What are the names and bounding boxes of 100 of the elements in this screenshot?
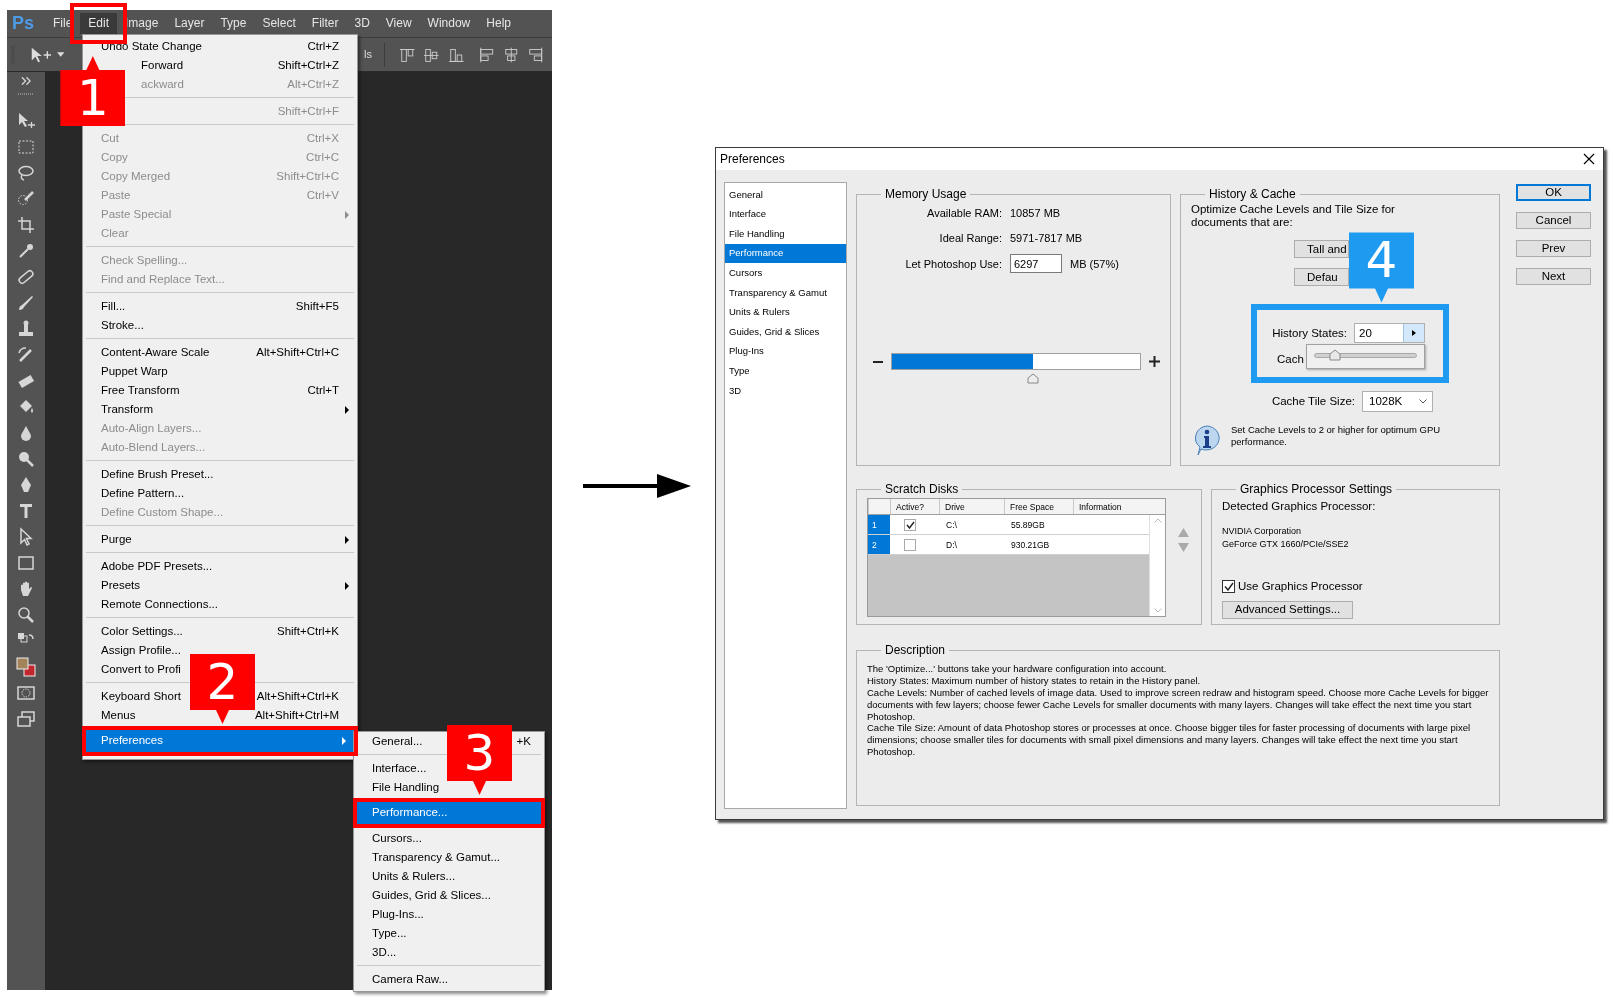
menu-item[interactable]: Content-Aware Scale xyxy=(101,343,210,362)
dropdown[interactable]: 1028K xyxy=(1362,390,1433,412)
brush-icon[interactable] xyxy=(16,293,36,313)
menu-item[interactable]: Guides, Grid & Slices... xyxy=(372,886,491,905)
plus-icon[interactable] xyxy=(1149,356,1160,368)
input-field[interactable]: 6297 xyxy=(1010,254,1062,274)
menu-item[interactable]: Remote Connections... xyxy=(101,595,218,614)
slider-thumb[interactable] xyxy=(1329,348,1342,361)
group-title: History & Cache xyxy=(1208,187,1297,202)
checkbox[interactable] xyxy=(1222,579,1235,593)
menu-item[interactable]: Cursors... xyxy=(372,829,422,848)
menu-item[interactable]: Help xyxy=(478,12,519,35)
menu-item[interactable]: Layer xyxy=(166,12,213,35)
category-item[interactable]: Units & Rulers xyxy=(725,302,846,323)
slider-track[interactable] xyxy=(1313,352,1417,358)
category-item[interactable]: Performance xyxy=(725,243,846,264)
caret-icon[interactable] xyxy=(56,51,65,58)
menu-item[interactable]: Type xyxy=(212,12,255,35)
preset-button[interactable]: Defau xyxy=(1294,268,1349,287)
menu-item[interactable]: Camera Raw... xyxy=(372,970,449,989)
checkbox[interactable] xyxy=(904,518,916,531)
row-number: 2 xyxy=(868,535,890,555)
field-label: Cach xyxy=(1277,352,1304,368)
menu-item[interactable]: Edit xyxy=(80,12,118,35)
dialog-button[interactable]: Prev xyxy=(1516,240,1591,257)
category-item[interactable]: Interface xyxy=(725,204,846,225)
dialog-button[interactable]: OK xyxy=(1516,184,1591,201)
preset-button[interactable]: Tall and xyxy=(1294,240,1349,259)
menu-item[interactable]: Filter xyxy=(303,12,347,35)
menu-item[interactable]: Performance... xyxy=(357,802,541,824)
column-header: Drive xyxy=(939,499,1004,515)
menu-item[interactable]: File Handling xyxy=(372,778,440,797)
menu-item[interactable]: Menus xyxy=(101,706,136,725)
shortcut-text: Shift+Ctrl+Z xyxy=(277,57,339,73)
menu-item[interactable]: General... xyxy=(372,732,423,751)
menu-item[interactable]: Transparency & Gamut... xyxy=(372,848,501,867)
slider-thumb[interactable] xyxy=(1027,373,1040,385)
align-icon[interactable] xyxy=(527,45,544,64)
lasso-icon[interactable] xyxy=(16,163,36,183)
align-icon[interactable] xyxy=(478,45,495,64)
category-item[interactable]: Guides, Grid & Slices xyxy=(725,322,846,342)
menu-item[interactable]: Convert to Profi xyxy=(101,660,181,679)
category-item[interactable]: File Handling xyxy=(725,224,846,244)
advanced-settings-button[interactable]: Advanced Settings... xyxy=(1222,600,1353,619)
menu-item[interactable]: Free Transform xyxy=(101,381,180,400)
menu-item[interactable]: View xyxy=(377,12,420,35)
category-item[interactable]: Plug-Ins xyxy=(725,341,846,362)
menu-item[interactable]: Color Settings... xyxy=(101,622,183,641)
group-title: Scratch Disks xyxy=(884,482,960,497)
menu-item[interactable]: 3D xyxy=(346,12,378,35)
menu-item[interactable]: Type... xyxy=(372,924,407,943)
menu-item[interactable]: Select xyxy=(254,12,304,35)
menu-item[interactable]: Fill... xyxy=(101,297,126,316)
menu-item[interactable]: Puppet Warp xyxy=(101,362,168,381)
gpu-vendor: NVIDIA Corporation xyxy=(1222,524,1303,538)
marquee-icon[interactable] xyxy=(16,137,36,157)
menu-item[interactable]: Preferences xyxy=(86,730,354,752)
menu-item[interactable]: Assign Profile... xyxy=(101,641,181,660)
menu-item[interactable]: Adobe PDF Presets... xyxy=(101,557,213,576)
menu-item[interactable]: Stroke... xyxy=(101,316,144,335)
menu-item[interactable]: 3D... xyxy=(372,943,397,962)
move-tool-icon[interactable] xyxy=(16,111,36,131)
menu-item[interactable]: Define Brush Preset... xyxy=(101,465,214,484)
zoom-icon[interactable] xyxy=(16,605,36,625)
collapse-icon[interactable] xyxy=(21,77,31,85)
category-item[interactable]: General xyxy=(725,185,846,205)
rectangle-icon[interactable] xyxy=(16,553,36,573)
category-item[interactable]: Cursors xyxy=(725,263,846,283)
menu-item[interactable]: Purge xyxy=(101,530,132,549)
check-icon xyxy=(1223,581,1234,591)
color-swatches-icon[interactable] xyxy=(16,657,36,677)
row-number: 1 xyxy=(868,515,890,535)
menu-item[interactable]: Plug-Ins... xyxy=(372,905,424,924)
checkbox[interactable] xyxy=(904,538,916,551)
menu-item[interactable]: Define Pattern... xyxy=(101,484,185,503)
screen-mode-icon[interactable] xyxy=(16,709,36,729)
crop-icon[interactable] xyxy=(16,215,36,235)
field-label: Detected Graphics Processor: xyxy=(1222,499,1377,515)
input-field[interactable]: 20 xyxy=(1354,323,1425,344)
category-item[interactable]: Type xyxy=(725,361,846,381)
stepper-button[interactable] xyxy=(1403,324,1424,343)
category-item[interactable]: 3D xyxy=(725,380,846,401)
menu-item[interactable]: Transform xyxy=(101,400,153,419)
close-icon[interactable] xyxy=(1583,153,1595,165)
menu-item[interactable]: Interface... xyxy=(372,759,427,778)
shortcut-text: Ctrl+C xyxy=(306,149,339,165)
stamp-icon[interactable] xyxy=(16,319,36,339)
align-icon[interactable] xyxy=(502,45,520,64)
caret-icon xyxy=(1412,330,1416,337)
menu-item[interactable]: Forward xyxy=(141,56,184,75)
menu-item[interactable]: Keyboard Short xyxy=(101,687,181,706)
menu-item[interactable]: Units & Rulers... xyxy=(372,867,456,886)
magnifier-icon[interactable] xyxy=(16,449,36,469)
menu-item[interactable]: Presets xyxy=(101,576,140,595)
dialog-button[interactable]: Next xyxy=(1516,268,1591,285)
dialog-button[interactable]: Cancel xyxy=(1516,212,1591,229)
quick-mask-icon[interactable] xyxy=(16,683,36,703)
category-item[interactable]: Transparency & Gamut xyxy=(725,282,846,303)
bandage-icon[interactable] xyxy=(16,267,36,287)
menu-item[interactable]: Window xyxy=(419,12,479,35)
